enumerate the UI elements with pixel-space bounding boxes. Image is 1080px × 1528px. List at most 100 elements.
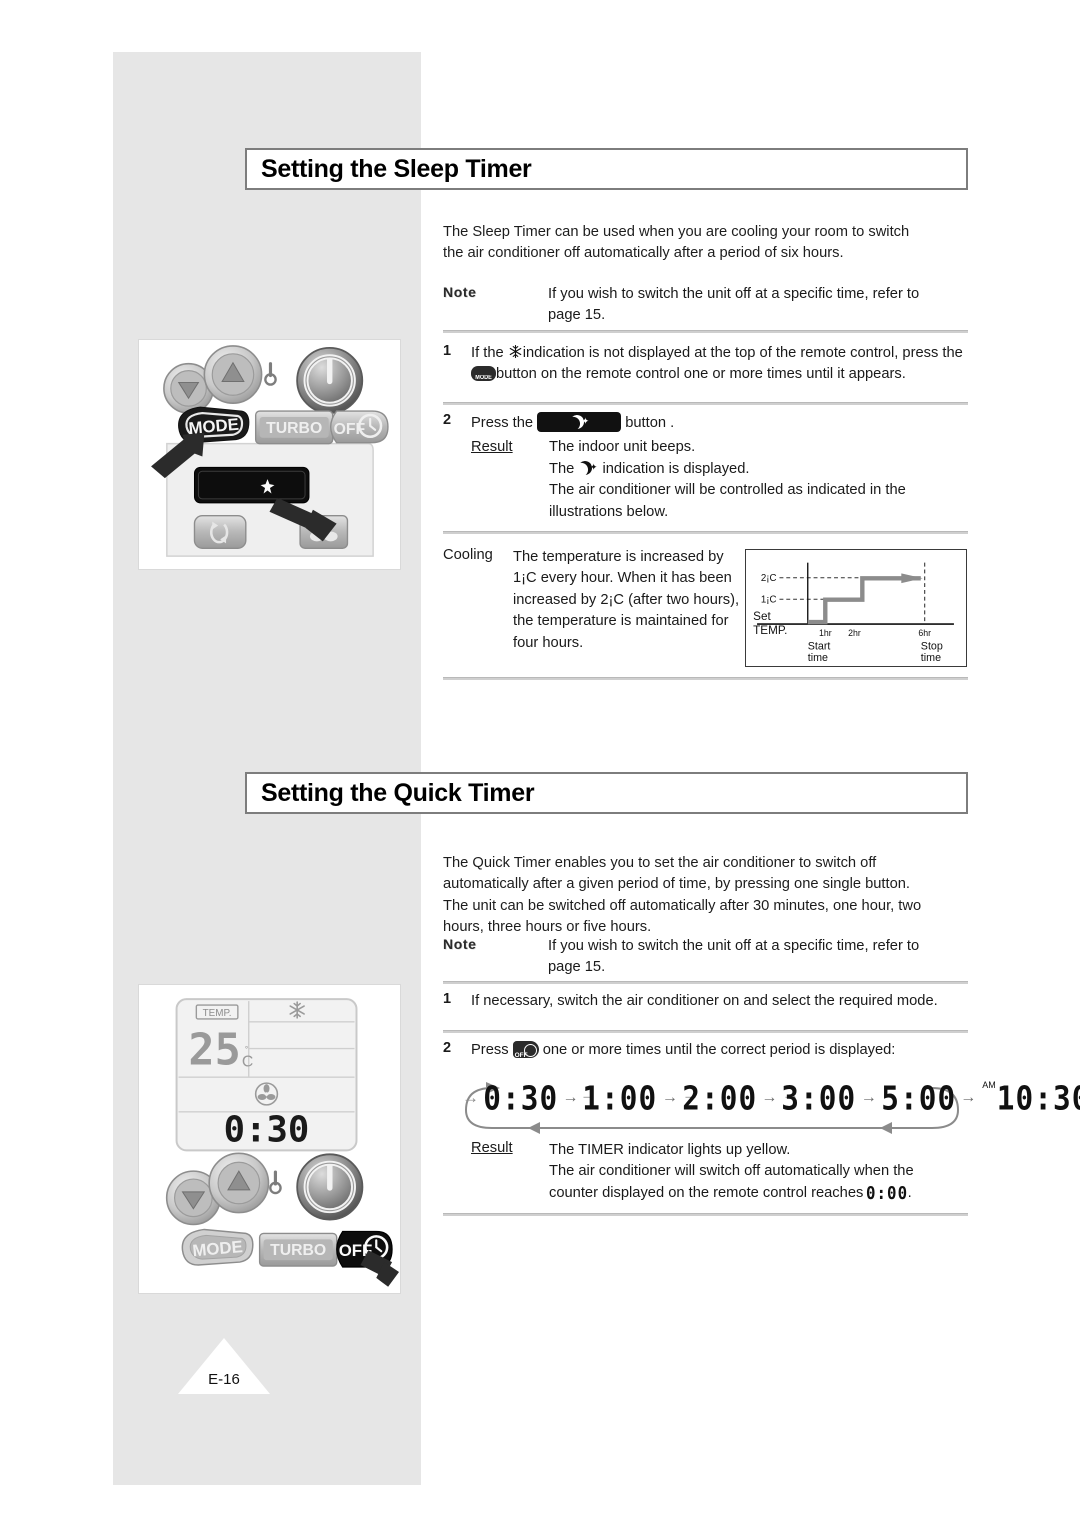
- arrow-icon: →: [462, 1088, 479, 1107]
- step-text-part2: indication is not displayed at the top o…: [522, 345, 963, 361]
- button-power: [296, 347, 364, 414]
- thermometer-icon: [264, 362, 277, 386]
- cooling-label: Cooling: [443, 547, 493, 563]
- section-header-sleep-timer: Setting the Sleep Timer: [245, 148, 968, 190]
- divider: [443, 677, 968, 680]
- step-text-after-icon: one or more times until the correct peri…: [542, 1042, 896, 1058]
- step-text: If necessary, switch the air conditioner…: [471, 993, 938, 1009]
- button-turbo: TURBO: [258, 1232, 338, 1267]
- chart-xtick-2hr: 2hr: [848, 628, 861, 638]
- button-power: [296, 1153, 364, 1221]
- timer-value: 10:30: [996, 1078, 1080, 1118]
- result-block-quick: Result The TIMER indicator lights up yel…: [471, 1140, 971, 1204]
- arrow-icon: →: [960, 1089, 977, 1106]
- cooling-description: Cooling The temperature is increased by …: [443, 547, 743, 654]
- step-quick-1: 1 If necessary, switch the air condition…: [443, 991, 963, 1012]
- chart-annotation-start-line2: time: [808, 652, 828, 664]
- step-text-part3: button on the remote control one or more…: [496, 366, 906, 383]
- step-sleep-2: 2 Press the ✦ button . Result The indoor…: [443, 412, 963, 523]
- result-label: Result: [471, 439, 513, 456]
- step-number: 2: [443, 1040, 452, 1056]
- button-temp-up: [203, 345, 263, 404]
- arrow-icon: →: [562, 1089, 579, 1106]
- lcd-temp-badge: TEMP.: [203, 1008, 232, 1019]
- step-text-before-button: Press the: [471, 415, 538, 431]
- divider: [443, 330, 968, 333]
- cooling-timeline-chart: 2¡C 1¡C Set TEMP. 1hr 2hr 6hr Start time…: [745, 549, 967, 667]
- lcd-degree-unit: C: [242, 1053, 253, 1070]
- chart-ytick-1c: 1¡C: [761, 595, 777, 606]
- result-line-part1: The air conditioner will switch off auto…: [549, 1163, 914, 1201]
- illustration-remote-quick-timer: TEMP. 25 ° C 0:30 MODE TURBO OFF: [138, 984, 401, 1294]
- chart-annotation-stop-line2: time: [921, 652, 941, 664]
- zero-counter-value: 0:00: [866, 1182, 909, 1204]
- result-line-part2: indication is displayed.: [602, 460, 750, 477]
- snowflake-icon: [508, 344, 523, 359]
- step-text-after-button: button .: [625, 415, 675, 431]
- button-temp-up: [208, 1152, 270, 1214]
- chart-xtick-6hr: 6hr: [918, 628, 931, 638]
- step-sleep-1: 1 If the indication is not displayed at …: [443, 343, 963, 386]
- note-text: If you wish to switch the unit off at a …: [548, 938, 920, 976]
- step-number: 1: [443, 991, 452, 1007]
- result-line-part2: .: [907, 1184, 912, 1201]
- lcd-temperature: 25: [188, 1025, 240, 1075]
- section-header-quick-timer: Setting the Quick Timer: [245, 772, 968, 814]
- note-text: If you wish to switch the unit off at a …: [548, 286, 920, 324]
- page-number-label: E-16: [208, 1371, 240, 1388]
- note-badge: Note: [443, 284, 477, 300]
- divider: [443, 402, 968, 405]
- step-quick-2: 2 Press OFF one or more times until the …: [443, 1040, 973, 1061]
- chart-ylabel-line1: Set: [753, 610, 771, 623]
- step-text-before-icon: Press: [471, 1042, 513, 1058]
- chart-annotation-stop-line1: Stop: [921, 640, 943, 652]
- button-turbo: TURBO: [254, 410, 334, 445]
- thermometer-icon: [269, 1170, 282, 1195]
- arrow-icon: →: [761, 1089, 778, 1106]
- divider: [443, 981, 968, 984]
- result-block: Result The indoor unit beeps. The ✦ indi…: [471, 437, 963, 523]
- step-number: 2: [443, 412, 452, 428]
- divider: [443, 1030, 968, 1033]
- arrow-icon: →: [860, 1089, 877, 1106]
- sleep-timer-intro: The Sleep Timer can be used when you are…: [443, 224, 910, 262]
- page-title-quick-timer: Setting the Quick Timer: [261, 778, 535, 807]
- chart-ylabel-line2: TEMP.: [753, 624, 787, 637]
- result-line: The indoor unit beeps.: [549, 439, 696, 456]
- button-off-timer: OFF: [329, 410, 389, 444]
- illustration-remote-sleep: MODE TURBO OFF: [138, 339, 401, 570]
- sleep-button-icon: ✦: [537, 412, 622, 432]
- chart-annotation-start-line1: Start: [808, 640, 831, 652]
- am-marker: AM: [982, 1080, 996, 1090]
- page-number: E-16: [178, 1338, 270, 1394]
- lcd-timer-value: 0:30: [224, 1109, 310, 1150]
- divider: [443, 531, 968, 534]
- result-label: Result: [471, 1140, 513, 1156]
- note-quick-timer: Note If you wish to switch the unit off …: [443, 936, 943, 979]
- page-title-sleep-timer: Setting the Sleep Timer: [261, 154, 532, 183]
- quick-timer-intro: The Quick Timer enables you to set the a…: [443, 855, 922, 936]
- timer-value: 0:30: [483, 1078, 559, 1118]
- note-sleep-timer: Note If you wish to switch the unit off …: [443, 284, 943, 327]
- result-line: The TIMER indicator lights up yellow.: [549, 1142, 791, 1158]
- mode-button-icon: [471, 366, 496, 382]
- cooling-text: The temperature is increased by 1¡C ever…: [513, 549, 740, 651]
- timer-value: 1:00: [582, 1078, 658, 1118]
- button-sleep: [193, 466, 310, 504]
- timer-value: 2:00: [682, 1078, 758, 1118]
- button-swing: [193, 514, 247, 549]
- step-text-part1: If the: [471, 345, 508, 361]
- timer-value-row: → 0:30 → 1:00 → 2:00 → 3:00 → 5:00 → AM …: [462, 1076, 1080, 1120]
- arrow-icon: →: [661, 1089, 678, 1106]
- result-line-part1: The: [549, 460, 575, 477]
- svg-text:TURBO: TURBO: [270, 1242, 326, 1259]
- result-line: The air conditioner will be controlled a…: [549, 482, 906, 520]
- button-mode: MODE: [181, 1228, 254, 1266]
- timer-value: 5:00: [880, 1078, 956, 1118]
- off-timer-button-icon: OFF: [512, 1041, 539, 1058]
- timer-value: 3:00: [781, 1078, 857, 1118]
- lcd-display: TEMP. 25 ° C 0:30: [175, 998, 358, 1152]
- note-badge: Note: [443, 936, 477, 952]
- chart-xtick-1hr: 1hr: [819, 628, 832, 638]
- divider: [443, 1213, 968, 1216]
